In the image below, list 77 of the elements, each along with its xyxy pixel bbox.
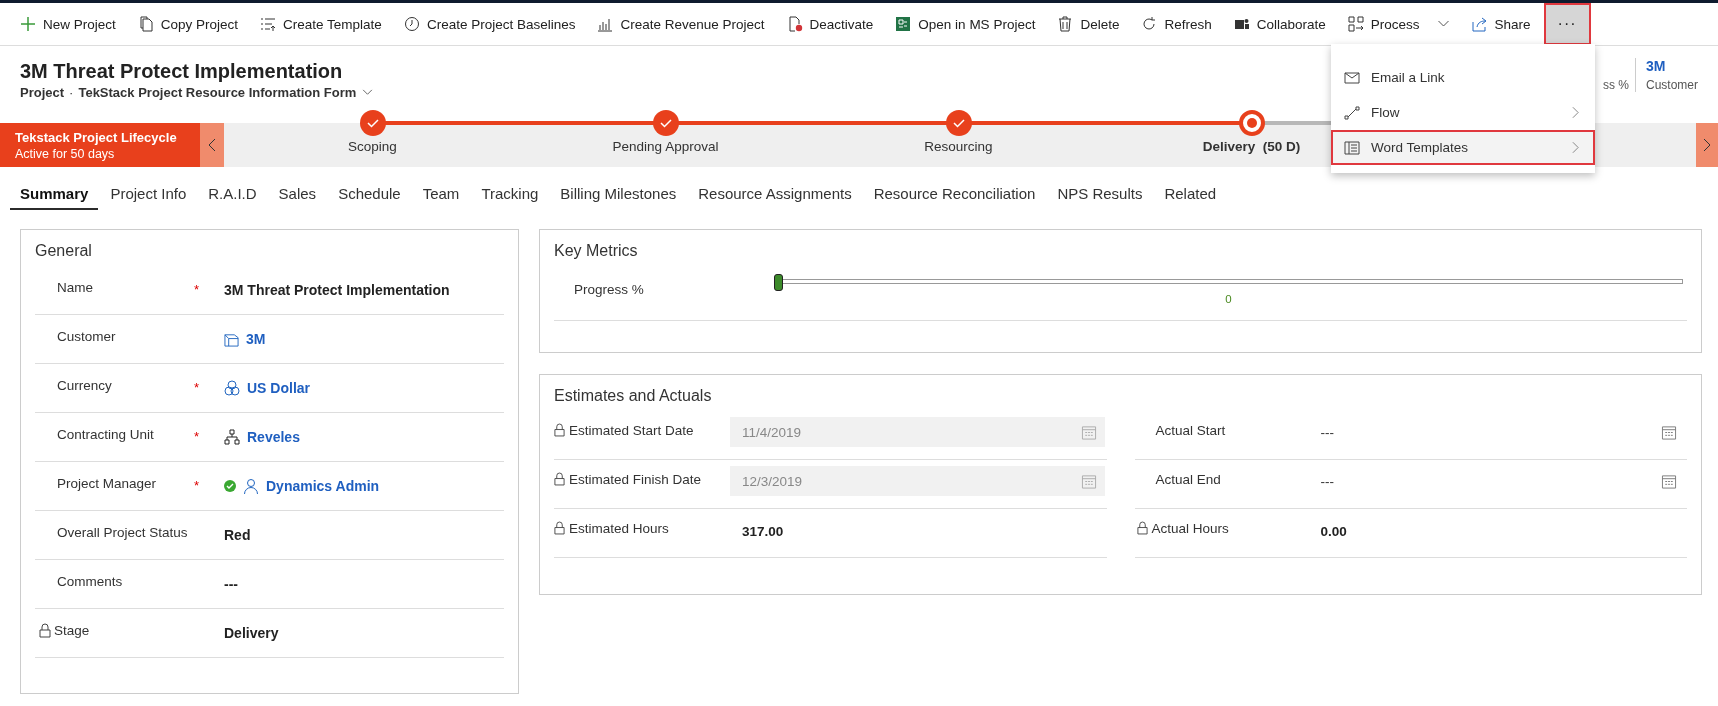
menu-item[interactable]: Email a Link (1331, 60, 1595, 95)
toolbar-button[interactable]: Refresh (1131, 6, 1222, 42)
header-field-label: Customer (1646, 78, 1698, 92)
section-title: Estimates and Actuals (553, 386, 713, 405)
field-label: Stage (54, 623, 90, 638)
field-label: Actual Start (1154, 423, 1226, 438)
lookup-link[interactable]: Reveles (247, 429, 300, 445)
tab[interactable]: Team (412, 176, 470, 210)
field-value: 317.00 (741, 523, 784, 539)
tab[interactable]: Resource Reconciliation (863, 176, 1046, 210)
field-label: Estimated Hours (569, 521, 669, 536)
toolbar-button[interactable]: Create Project Baselines (393, 6, 586, 42)
process-name-panel[interactable]: Tekstack Project Lifecycle Active for 50 days (0, 123, 200, 167)
toolbar-button[interactable]: Delete (1047, 6, 1130, 42)
toolbar-button[interactable]: Deactivate (776, 6, 884, 42)
record-title: 3M Threat Protect Implementation (20, 60, 344, 83)
process-name: Tekstack Project Lifecycle (15, 129, 178, 145)
required-marker: * (194, 380, 200, 395)
field-label: Comments (56, 574, 123, 589)
field-label: Actual Hours (1151, 521, 1229, 536)
field-value: --- (224, 576, 238, 592)
stage-label[interactable]: Scoping (348, 139, 397, 154)
header-field-label: ss % (1602, 78, 1629, 92)
menu-item[interactable]: Word Templates (1331, 130, 1595, 165)
header-field-value[interactable]: 3M (1646, 58, 1698, 74)
tab[interactable]: Related (1154, 176, 1227, 210)
form-selector[interactable]: TekStack Project Resource Information Form (78, 85, 374, 100)
field-label: Actual End (1154, 472, 1221, 487)
more-button[interactable]: ··· (1544, 4, 1590, 44)
required-marker: * (194, 429, 200, 444)
toolbar-button[interactable]: Collaborate (1223, 6, 1336, 42)
field-label: Estimated Start Date (569, 423, 694, 438)
toolbar-button[interactable]: New Project (10, 6, 126, 42)
field-label: Project Manager (56, 476, 157, 491)
tab[interactable]: Resource Assignments (688, 176, 862, 210)
field-label: Contracting Unit (56, 427, 154, 442)
field-label: Currency (56, 378, 112, 393)
section-title: General (34, 241, 93, 261)
stage-label[interactable]: Pending Approval (612, 139, 719, 154)
field-label: Progress % (573, 281, 645, 299)
field-value: Delivery (224, 625, 279, 641)
field-value: 3M Threat Protect Implementation (224, 282, 450, 298)
lookup-link[interactable]: US Dollar (247, 380, 310, 396)
entity-name: Project (20, 85, 65, 100)
toolbar-button[interactable]: Create Template (250, 6, 392, 42)
tab[interactable]: Tracking (471, 176, 549, 210)
toolbar-button[interactable]: Create Revenue Project (587, 6, 775, 42)
tab[interactable]: R.A.I.D (198, 176, 267, 210)
tab[interactable]: NPS Results (1047, 176, 1153, 210)
required-marker: * (194, 478, 200, 493)
tab[interactable]: Sales (268, 176, 327, 210)
field-label: Overall Project Status (56, 525, 188, 540)
tab[interactable]: Project Info (100, 176, 197, 210)
field-value: 0.00 (1319, 523, 1347, 539)
field-label: Name (56, 280, 93, 295)
stage-label[interactable]: Delivery (50 D) (1202, 139, 1301, 154)
field-label: Customer (56, 329, 116, 344)
section-title: Key Metrics (553, 241, 639, 260)
field-label: Estimated Finish Date (569, 472, 702, 487)
date-field[interactable]: --- (1308, 417, 1685, 447)
tab[interactable]: Billing Milestones (550, 176, 687, 210)
toolbar-button[interactable]: Process (1337, 6, 1460, 42)
required-marker: * (194, 282, 200, 297)
menu-item[interactable]: Flow (1331, 95, 1595, 130)
lookup-link[interactable]: 3M (246, 331, 266, 347)
tab[interactable]: Summary (10, 176, 99, 210)
process-duration: Active for 50 days (15, 146, 116, 161)
tab[interactable]: Schedule (328, 176, 411, 210)
stage-label[interactable]: Resourcing (924, 139, 993, 154)
toolbar-button[interactable]: Open in MS Project (885, 6, 1046, 42)
date-field[interactable]: --- (1308, 466, 1685, 496)
lookup-link[interactable]: Dynamics Admin (266, 478, 380, 494)
slider-value: 0 (1225, 293, 1232, 305)
field-value: Red (224, 527, 251, 543)
separator: · (69, 85, 74, 100)
toolbar-button[interactable]: Copy Project (127, 6, 249, 42)
toolbar-button[interactable]: Share (1461, 6, 1541, 42)
